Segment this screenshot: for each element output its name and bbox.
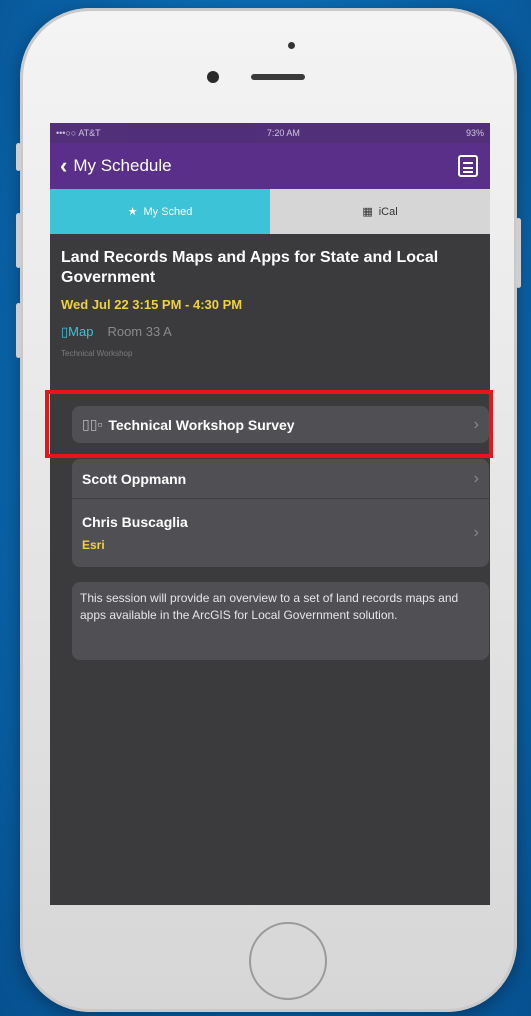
session-description: This session will provide an overview to… <box>72 582 489 660</box>
highlight-box <box>45 390 493 458</box>
presenter-row[interactable]: Chris Buscaglia Esri › <box>72 499 489 567</box>
presenters-list: Scott Oppmann › Chris Buscaglia Esri › <box>72 459 489 567</box>
presenter-row[interactable]: Scott Oppmann › <box>72 459 489 499</box>
tab-label: My Sched <box>143 205 193 218</box>
power-button <box>516 218 521 288</box>
track-label: Technical Workshop <box>61 349 133 358</box>
star-icon: ★ <box>127 206 138 218</box>
map-label: Map <box>68 324 94 339</box>
presenter-name: Chris Buscaglia <box>82 514 188 530</box>
chevron-left-icon: ‹ <box>60 153 68 178</box>
tab-label: iCal <box>378 205 398 218</box>
calendar-icon: ▦ <box>362 206 373 218</box>
carrier-label: •••○○ AT&T <box>56 128 101 138</box>
session-details: Land Records Maps and Apps for State and… <box>50 234 490 358</box>
front-camera <box>207 71 219 83</box>
session-title: Land Records Maps and Apps for State and… <box>61 249 439 286</box>
app-screen: •••○○ AT&T 7:20 AM 93% ‹ My Schedule ★ M… <box>50 123 490 905</box>
presenter-name: Scott Oppmann <box>82 470 187 487</box>
status-bar: •••○○ AT&T 7:20 AM 93% <box>50 123 490 143</box>
mute-switch <box>16 143 21 171</box>
chevron-right-icon: › <box>473 524 479 541</box>
chevron-right-icon: › <box>473 469 479 487</box>
proximity-sensor <box>288 42 295 49</box>
map-link[interactable]: ▯Map <box>61 324 93 340</box>
presenter-org: Esri <box>82 538 105 552</box>
session-datetime: Wed Jul 22 3:15 PM - 4:30 PM <box>61 297 243 312</box>
location-row: ▯Map Room 33 A <box>61 324 478 340</box>
tab-my-sched[interactable]: ★ My Sched <box>50 189 270 234</box>
volume-down-button <box>16 303 21 358</box>
calendar-list-icon[interactable] <box>458 155 478 177</box>
nav-bar: ‹ My Schedule <box>50 143 490 189</box>
earpiece-speaker <box>251 74 305 80</box>
home-button[interactable] <box>249 922 327 1000</box>
presenter-info: Chris Buscaglia Esri <box>82 514 188 552</box>
tab-bar: ★ My Sched ▦ iCal <box>50 189 490 234</box>
status-time: 7:20 AM <box>266 128 300 138</box>
tab-ical[interactable]: ▦ iCal <box>270 189 490 234</box>
battery-label: 93% <box>465 128 484 138</box>
back-button[interactable]: ‹ My Schedule <box>60 155 172 177</box>
volume-up-button <box>16 213 21 268</box>
back-label: My Schedule <box>73 156 172 175</box>
room-label: Room 33 A <box>107 324 172 339</box>
